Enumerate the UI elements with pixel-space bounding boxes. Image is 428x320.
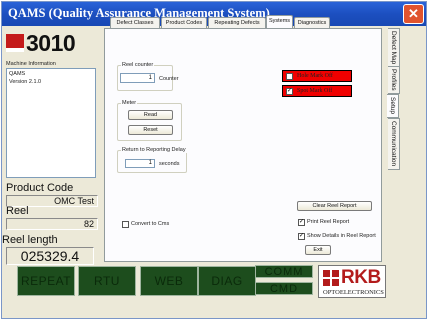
logo-number: 3010	[26, 30, 76, 56]
meter-reset-button[interactable]: Reset	[128, 125, 173, 135]
reel-value: 82	[6, 218, 98, 230]
reel-label: Reel	[6, 205, 29, 217]
meter-read-button[interactable]: Read	[128, 110, 173, 120]
machine-info-line: QAMS	[9, 71, 26, 77]
spot-mark-label: Spot Mark Off	[297, 88, 333, 94]
meter-label: Meter	[121, 100, 138, 106]
hole-mark-check	[286, 73, 293, 80]
machine-info-line: Version 2.1.0	[9, 79, 42, 85]
tab-systems[interactable]: Systems	[266, 15, 293, 29]
show-details-label: Show Details in Reel Report	[307, 233, 376, 239]
setup-panel: Reel counter 1 Counter Meter Read Reset …	[104, 28, 382, 262]
spot-mark-check: ✓	[286, 88, 293, 95]
return-delay-label: Return to Reporting Delay	[121, 147, 187, 153]
convert-cms-label: Convert to Cms	[131, 221, 170, 227]
tab-defect-map[interactable]: Defect Map	[388, 28, 400, 70]
tab-defect-map-label: Defect Map	[390, 31, 397, 65]
hole-mark-checkbox[interactable]: Hole Mark Off	[282, 70, 352, 82]
product-code-label: Product Code	[6, 182, 74, 194]
machine-info-list[interactable]: QAMS Version 2.1.0	[6, 68, 96, 178]
reel-length-label: Reel length	[2, 234, 58, 246]
reel-counter-label: Reel counter	[121, 62, 155, 68]
rkb-name: RKB	[341, 267, 381, 288]
counter-unit-label: Counter	[159, 76, 179, 82]
web-indicator[interactable]: WEB	[140, 266, 198, 296]
tab-setup[interactable]: Setup	[387, 94, 399, 118]
comm-indicator[interactable]: COMM	[255, 265, 313, 278]
return-delay-input[interactable]: 1	[125, 159, 155, 168]
reel-counter-input[interactable]: 1	[120, 73, 155, 83]
rkb-mark-icon	[323, 270, 339, 286]
spot-mark-checkbox[interactable]: ✓ Spot Mark Off	[282, 85, 352, 97]
rkb-subtitle: OPTOELECTRONICS	[323, 289, 384, 296]
show-details-checkbox[interactable]: ✓	[298, 233, 305, 240]
tab-communication[interactable]: Communication	[388, 118, 400, 170]
meter-group: Meter	[117, 100, 182, 141]
exit-button[interactable]: Exit	[305, 245, 331, 255]
tab-profiles[interactable]: Profiles	[388, 66, 400, 94]
print-reel-checkbox[interactable]: ✓	[298, 219, 305, 226]
rkb-logo: RKB OPTOELECTRONICS	[318, 265, 386, 298]
cmd-indicator[interactable]: CMD	[255, 282, 313, 295]
close-button[interactable]: ✕	[403, 4, 424, 24]
machine-info-label: Machine Information	[6, 61, 56, 67]
reel-length-value: 025329.4	[6, 247, 94, 265]
logo-3010: 3010	[4, 28, 100, 60]
rtu-indicator[interactable]: RTU	[78, 266, 136, 296]
logo-mark-icon	[6, 34, 24, 52]
convert-cms-checkbox[interactable]	[122, 221, 129, 228]
repeat-indicator[interactable]: REPEAT	[17, 266, 75, 296]
clear-reel-report-button[interactable]: Clear Reel Report	[297, 201, 372, 211]
seconds-unit-label: seconds	[159, 161, 180, 167]
tab-communication-label: Communication	[390, 121, 397, 167]
print-reel-label: Print Reel Report	[307, 219, 350, 225]
diag-indicator[interactable]: DIAG	[198, 266, 256, 296]
hole-mark-label: Hole Mark Off	[297, 73, 333, 79]
tab-profiles-label: Profiles	[390, 69, 397, 91]
tab-setup-label: Setup	[389, 97, 396, 114]
